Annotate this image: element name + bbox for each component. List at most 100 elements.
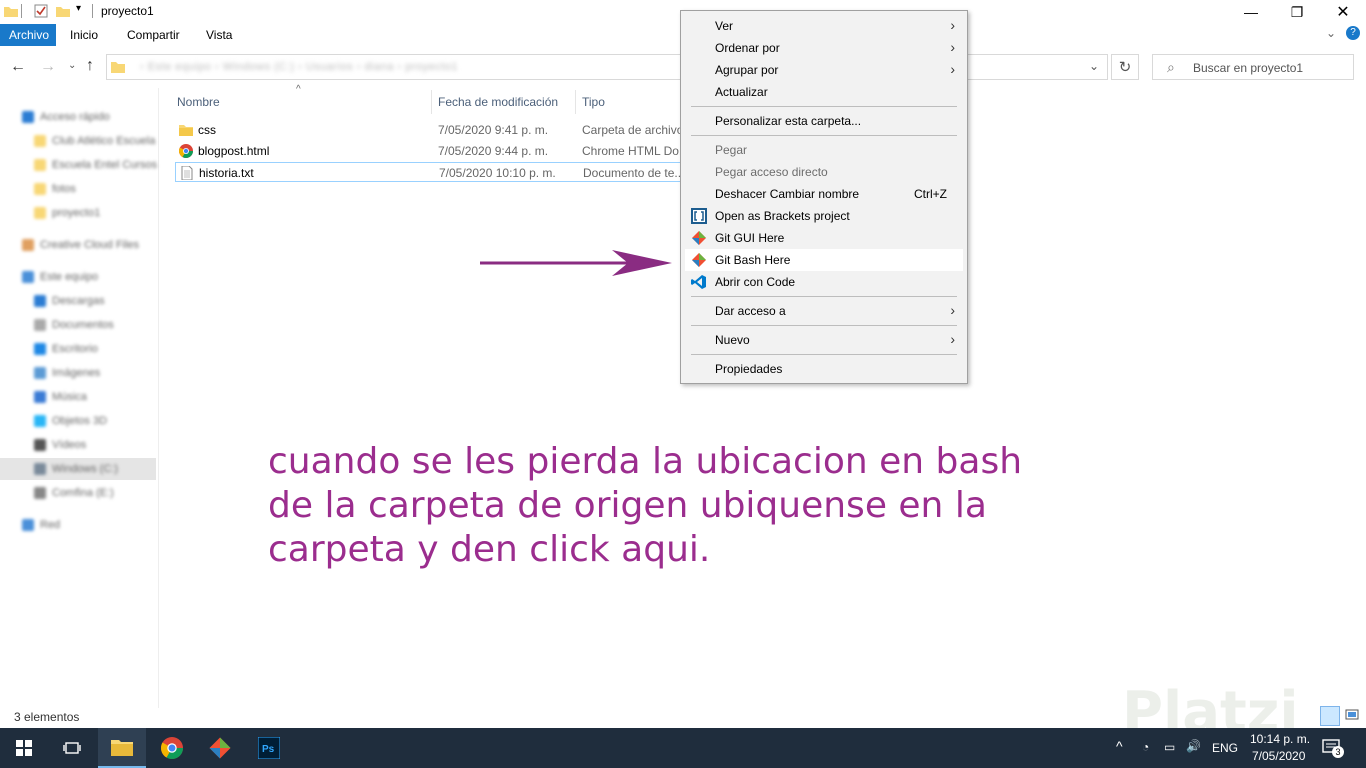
nav-item-folder[interactable]: fotos [34, 178, 76, 200]
back-arrow-icon[interactable]: ← [10, 58, 26, 76]
clock-date[interactable]: 7/05/2020 [1252, 749, 1305, 763]
file-date: 7/05/2020 9:41 p. m. [438, 123, 549, 137]
column-separator[interactable] [431, 90, 432, 114]
menu-item-personalizar[interactable]: Personalizar esta carpeta... [685, 110, 963, 132]
clock-time[interactable]: 10:14 p. m. [1250, 732, 1310, 746]
menu-separator [691, 296, 957, 297]
address-path: › Este equipo › Windows (C:) › Usuarios … [140, 61, 459, 73]
file-name: historia.txt [199, 166, 254, 180]
nav-item-folder[interactable]: proyecto1 [34, 202, 100, 224]
refresh-button[interactable]: ↻ [1111, 54, 1139, 80]
up-arrow-icon[interactable]: ↑ [86, 57, 94, 75]
column-header-type[interactable]: Tipo [582, 95, 605, 109]
chevron-down-icon[interactable]: ⌄ [1326, 26, 1336, 40]
nav-item-escritorio[interactable]: Escritorio [34, 338, 98, 360]
file-name: blogpost.html [198, 144, 270, 158]
minimize-button[interactable]: — [1228, 0, 1274, 24]
recent-locations-icon[interactable]: ⌄ [68, 60, 76, 71]
new-folder-icon[interactable] [56, 5, 70, 17]
menu-item-nuevo[interactable]: Nuevo › [685, 329, 963, 351]
menu-item-propiedades[interactable]: Propiedades [685, 358, 963, 380]
nav-item-acceso-rapido[interactable]: Acceso rápido [22, 106, 110, 128]
language-indicator[interactable]: ENG [1212, 741, 1238, 755]
tab-vista[interactable]: Vista [197, 24, 241, 46]
nav-item-imagenes[interactable]: Imágenes [34, 362, 100, 384]
menu-item-dar-acceso[interactable]: Dar acceso a › [685, 300, 963, 322]
menu-separator [691, 106, 957, 107]
sort-up-icon: ^ [296, 84, 301, 95]
task-view-button[interactable] [48, 728, 96, 768]
action-center-button[interactable]: 3 [1322, 738, 1344, 758]
taskbar-file-explorer[interactable] [98, 728, 146, 768]
show-hidden-icons[interactable]: ^ [1116, 738, 1123, 754]
annotation-text: cuando se les pierda la ubicacion en bas… [268, 441, 1023, 570]
menu-item-pegar[interactable]: Pegar [685, 139, 963, 161]
git-icon [692, 253, 706, 267]
nav-item-drive-e[interactable]: Comfina (E:) [34, 482, 114, 504]
menu-item-deshacer[interactable]: Deshacer Cambiar nombre Ctrl+Z [685, 183, 963, 205]
file-row[interactable]: historia.txt 7/05/2020 10:10 p. m. Docum… [175, 162, 685, 182]
nav-item-videos[interactable]: Vídeos [34, 434, 86, 456]
file-row[interactable]: blogpost.html 7/05/2020 9:44 p. m. Chrom… [175, 141, 689, 161]
file-type: Documento de te... [583, 166, 685, 180]
nav-item-este-equipo[interactable]: Este equipo [22, 266, 98, 288]
battery-icon[interactable]: ▭ [1164, 740, 1175, 754]
tab-inicio[interactable]: Inicio [61, 24, 107, 46]
wifi-icon[interactable]: ◔ [1142, 740, 1149, 754]
menu-item-abrir-con-code[interactable]: Abrir con Code [685, 271, 963, 293]
search-box[interactable]: ⌕ Buscar en proyecto1 [1152, 54, 1354, 80]
file-type: Carpeta de archivos [582, 123, 690, 137]
close-button[interactable]: ✕ [1320, 0, 1366, 24]
folder-icon [111, 62, 125, 73]
quick-access-dropdown-icon[interactable]: ▾ [76, 3, 81, 14]
taskbar-git[interactable] [196, 728, 244, 768]
nav-item-musica[interactable]: Música [34, 386, 87, 408]
address-dropdown-icon[interactable]: ⌄ [1089, 59, 1099, 73]
tab-archivo[interactable]: Archivo [0, 24, 56, 46]
vscode-icon [691, 275, 706, 289]
folder-icon [111, 740, 133, 756]
file-type: Chrome HTML Do... [582, 144, 689, 158]
menu-item-agrupar-por[interactable]: Agrupar por › [685, 59, 963, 81]
nav-item-windows-c[interactable]: Windows (C:) [34, 458, 118, 480]
task-view-icon [63, 742, 81, 754]
start-button[interactable] [0, 728, 48, 768]
menu-item-git-gui[interactable]: Git GUI Here [685, 227, 963, 249]
maximize-button[interactable]: ❐ [1274, 0, 1320, 24]
brackets-icon [691, 208, 707, 224]
taskbar-photoshop[interactable]: Ps [245, 728, 293, 768]
windows-icon [16, 740, 32, 756]
chevron-right-icon: › [950, 302, 955, 318]
folder-icon [179, 125, 193, 136]
nav-item-folder[interactable]: Club Atlético Escuela [34, 130, 155, 152]
file-date: 7/05/2020 9:44 p. m. [438, 144, 549, 158]
tab-compartir[interactable]: Compartir [118, 24, 189, 46]
status-item-count: 3 elementos [14, 710, 80, 724]
file-row[interactable]: css 7/05/2020 9:41 p. m. Carpeta de arch… [175, 120, 689, 140]
nav-item-documentos[interactable]: Documentos [34, 314, 114, 336]
git-icon [692, 231, 706, 245]
menu-item-git-bash[interactable]: Git Bash Here [685, 249, 963, 271]
large-icons-view-button[interactable] [1343, 706, 1363, 726]
nav-item-descargas[interactable]: Descargas [34, 290, 105, 312]
column-separator[interactable] [575, 90, 576, 114]
volume-icon[interactable]: 🔊 [1186, 739, 1201, 753]
forward-arrow-icon[interactable]: → [40, 58, 56, 76]
menu-item-pegar-acceso-directo[interactable]: Pegar acceso directo [685, 161, 963, 183]
chevron-right-icon: › [950, 61, 955, 77]
menu-separator [691, 354, 957, 355]
column-header-date[interactable]: Fecha de modificación [438, 95, 558, 109]
column-header-name[interactable]: Nombre [177, 95, 220, 109]
menu-item-ordenar-por[interactable]: Ordenar por › [685, 37, 963, 59]
properties-icon[interactable] [34, 4, 48, 18]
menu-item-brackets[interactable]: Open as Brackets project [685, 205, 963, 227]
menu-item-actualizar[interactable]: Actualizar [685, 81, 963, 103]
nav-item-folder[interactable]: Escuela Entel Cursos [34, 154, 157, 176]
help-icon[interactable]: ? [1346, 26, 1360, 40]
taskbar-chrome-dev[interactable] [148, 728, 196, 768]
nav-item-red[interactable]: Red [22, 514, 60, 536]
nav-item-objetos-3d[interactable]: Objetos 3D [34, 410, 107, 432]
nav-item-creative-cloud[interactable]: Creative Cloud Files [22, 234, 139, 256]
menu-item-ver[interactable]: Ver › [685, 15, 963, 37]
details-view-button[interactable] [1320, 706, 1340, 726]
